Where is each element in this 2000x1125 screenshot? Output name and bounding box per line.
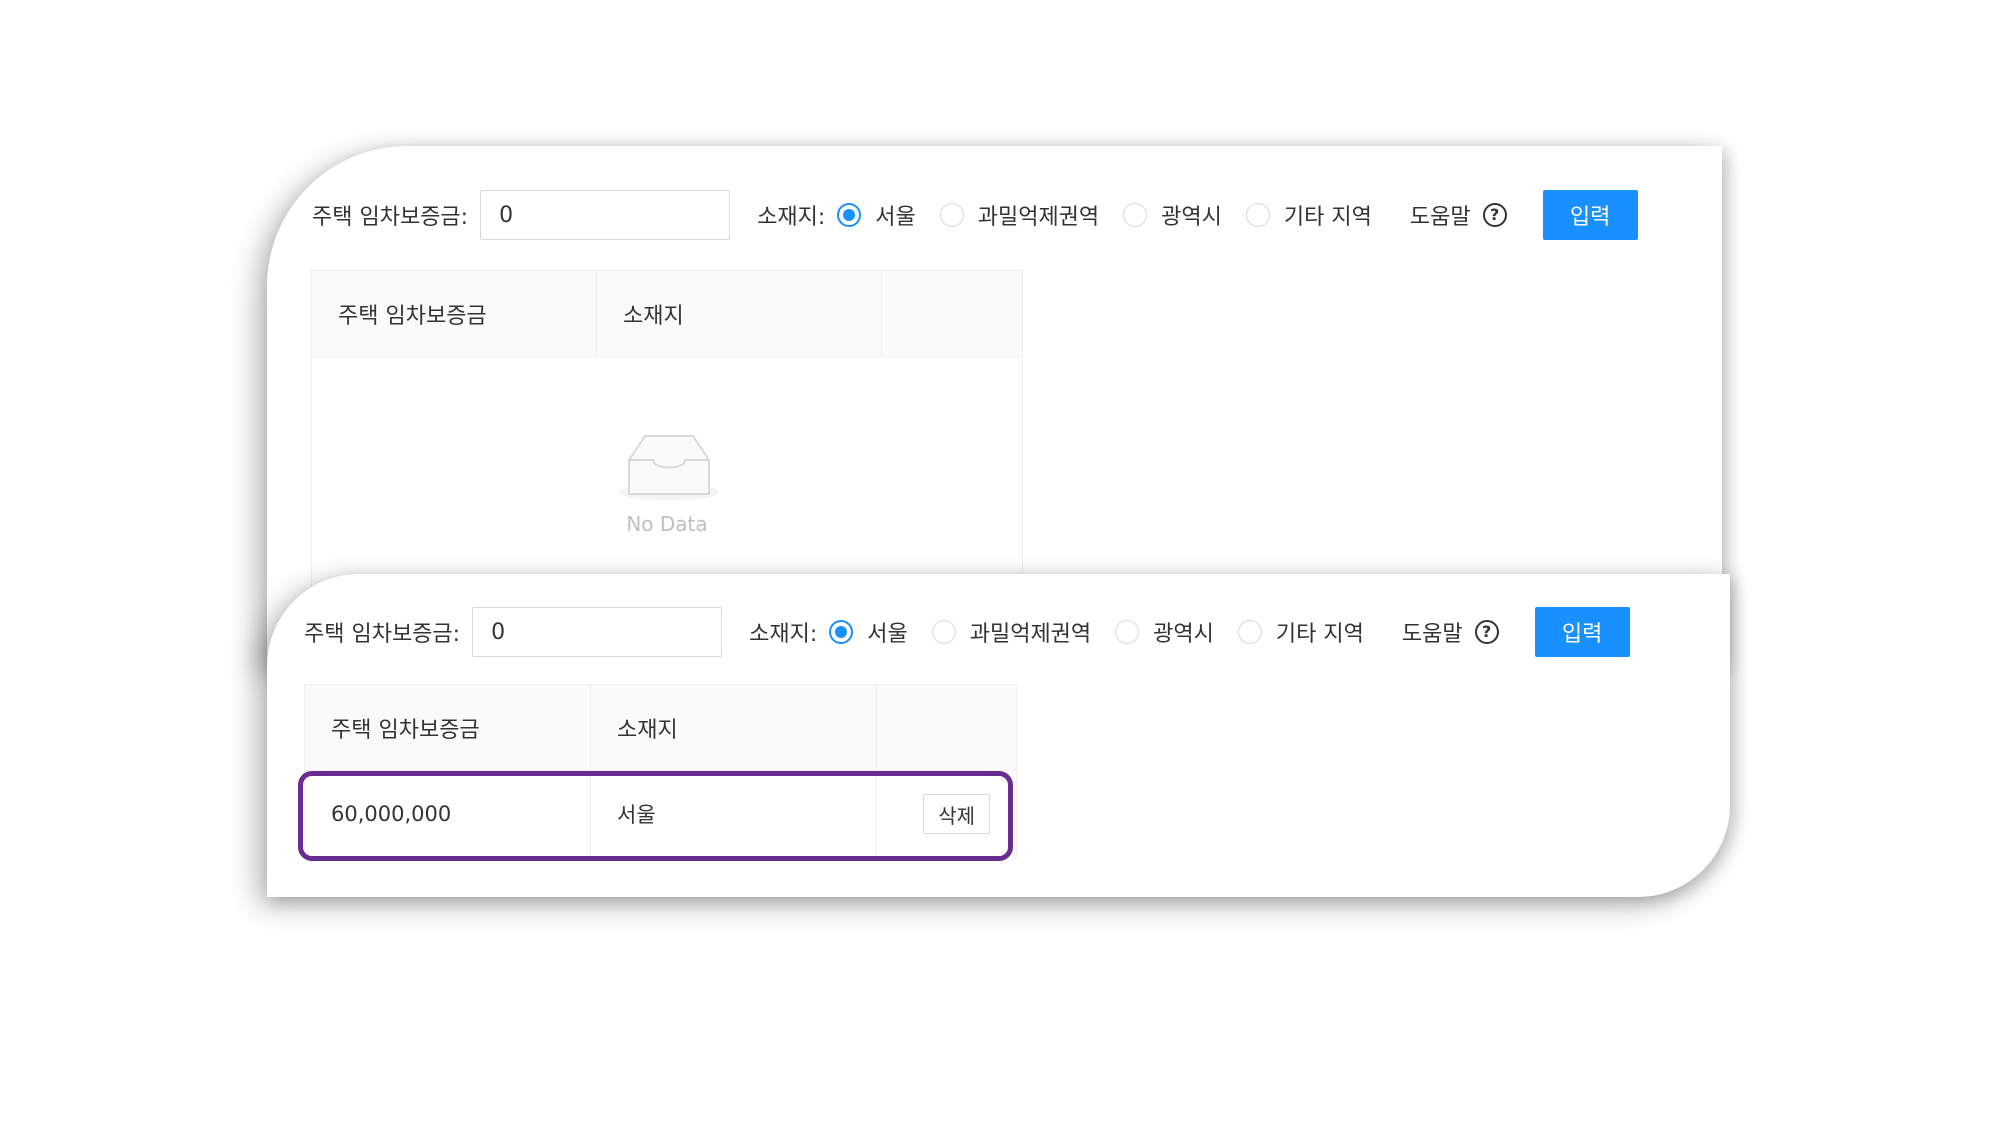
empty-text: No Data bbox=[626, 512, 708, 536]
cell-location: 서울 bbox=[591, 771, 877, 857]
radio-option-seoul[interactable]: 서울 bbox=[837, 199, 916, 231]
radio-icon[interactable] bbox=[1115, 620, 1140, 644]
radio-option-other[interactable]: 기타 지역 bbox=[1245, 199, 1372, 231]
column-header-location: 소재지 bbox=[597, 271, 882, 356]
radio-label: 기타 지역 bbox=[1283, 205, 1372, 230]
radio-option-seoul[interactable]: 서울 bbox=[829, 616, 908, 648]
radio-checked-icon[interactable] bbox=[837, 203, 862, 227]
deposit-input[interactable] bbox=[472, 607, 723, 657]
radio-label: 기타 지역 bbox=[1275, 622, 1364, 647]
radio-label: 과밀억제권역 bbox=[977, 205, 1100, 230]
column-header-deposit: 주택 임차보증금 bbox=[305, 685, 591, 770]
radio-label: 서울 bbox=[875, 205, 916, 230]
deposit-label: 주택 임차보증금: bbox=[304, 622, 461, 647]
radio-option-overcrowded[interactable]: 과밀억제권역 bbox=[931, 616, 1092, 648]
help-link[interactable]: 도움말 ? bbox=[1402, 616, 1499, 648]
radio-option-metro[interactable]: 광역시 bbox=[1115, 616, 1214, 648]
radio-label: 광역시 bbox=[1153, 622, 1214, 647]
submit-button[interactable]: 입력 bbox=[1534, 607, 1630, 657]
radio-label: 광역시 bbox=[1161, 205, 1222, 230]
radio-icon[interactable] bbox=[939, 203, 964, 227]
submit-button[interactable]: 입력 bbox=[1542, 190, 1638, 240]
table-header: 주택 임차보증금 소재지 bbox=[305, 685, 1016, 771]
question-circle-icon[interactable]: ? bbox=[1482, 203, 1507, 227]
radio-icon[interactable] bbox=[1123, 203, 1148, 227]
help-label: 도움말 bbox=[1409, 205, 1471, 230]
question-circle-icon[interactable]: ? bbox=[1474, 620, 1499, 644]
help-label: 도움말 bbox=[1401, 622, 1463, 647]
radio-option-metro[interactable]: 광역시 bbox=[1123, 199, 1222, 231]
deposit-table: 주택 임차보증금 소재지 60,000,000 서울 삭제 bbox=[304, 684, 1017, 858]
column-header-action bbox=[877, 685, 1016, 770]
table-row: 60,000,000 서울 삭제 bbox=[305, 771, 1016, 857]
form-toolbar: 주택 임차보증금: 소재지: 서울 과밀억제권역 광역시 기타 지역 도움말 ? bbox=[312, 190, 1638, 240]
stage: 주택 임차보증금: 소재지: 서울 과밀억제권역 광역시 기타 지역 도움말 ? bbox=[0, 0, 2000, 1125]
radio-icon[interactable] bbox=[1245, 203, 1270, 227]
radio-checked-icon[interactable] bbox=[829, 620, 854, 644]
table-header: 주택 임차보증금 소재지 bbox=[312, 271, 1022, 357]
deposit-input[interactable] bbox=[480, 190, 731, 240]
radio-label: 서울 bbox=[867, 622, 908, 647]
radio-label: 과밀억제권역 bbox=[969, 622, 1092, 647]
card-with-result: 주택 임차보증금: 소재지: 서울 과밀억제권역 광역시 기타 지역 도움말 ? bbox=[267, 574, 1730, 897]
radio-option-overcrowded[interactable]: 과밀억제권역 bbox=[939, 199, 1100, 231]
radio-icon[interactable] bbox=[931, 620, 956, 644]
empty-inbox-icon bbox=[619, 435, 719, 501]
help-link[interactable]: 도움말 ? bbox=[1410, 199, 1507, 231]
location-label: 소재지: bbox=[757, 205, 826, 230]
column-header-deposit: 주택 임차보증금 bbox=[312, 271, 597, 356]
column-header-action bbox=[882, 271, 1022, 356]
column-header-location: 소재지 bbox=[591, 685, 877, 770]
delete-button[interactable]: 삭제 bbox=[923, 794, 990, 834]
cell-action: 삭제 bbox=[877, 771, 1016, 857]
deposit-label: 주택 임차보증금: bbox=[312, 205, 469, 230]
radio-option-other[interactable]: 기타 지역 bbox=[1237, 616, 1364, 648]
location-label: 소재지: bbox=[749, 622, 818, 647]
cell-deposit: 60,000,000 bbox=[305, 771, 591, 857]
radio-icon[interactable] bbox=[1237, 620, 1262, 644]
form-toolbar: 주택 임차보증금: 소재지: 서울 과밀억제권역 광역시 기타 지역 도움말 ? bbox=[304, 607, 1630, 657]
